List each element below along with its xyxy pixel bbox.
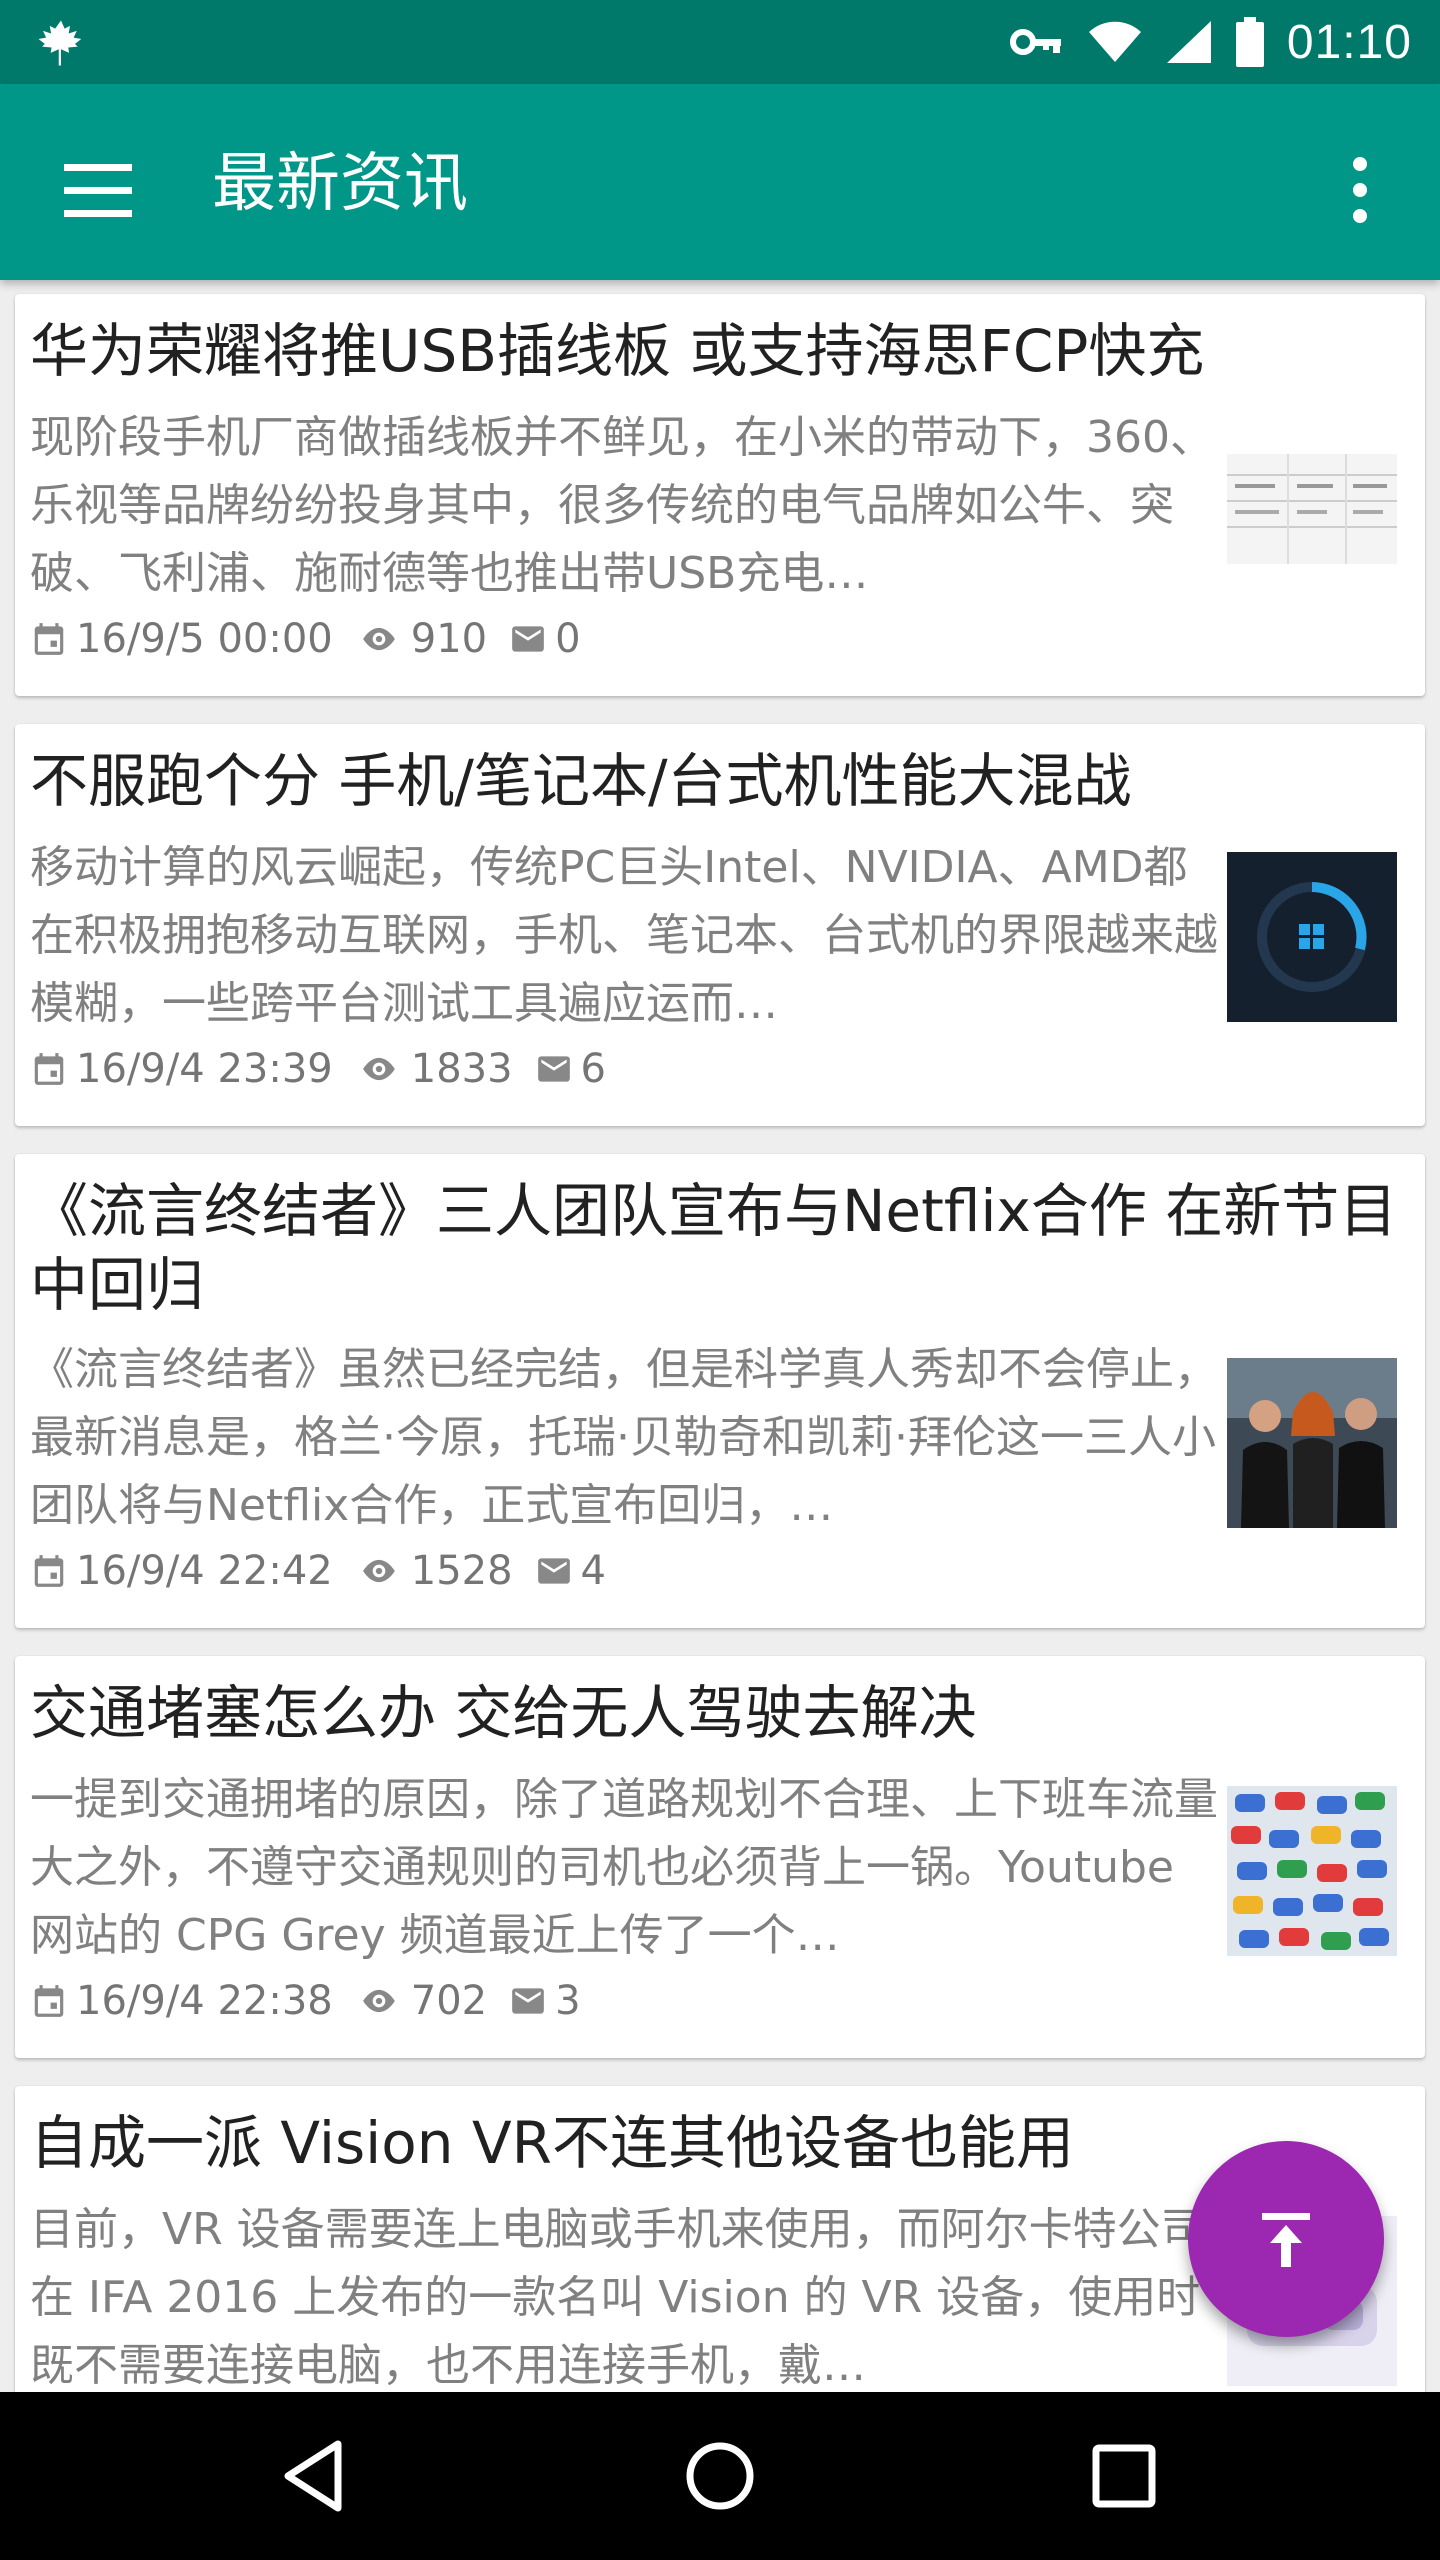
page-title: 最新资讯 xyxy=(212,147,468,221)
article-summary: 移动计算的风云崛起，传统PC巨头Intel、NVIDIA、AMD都在积极拥抱移动… xyxy=(30,842,1218,1029)
article-title: 华为荣耀将推USB插线板 或支持海思FCP快充 xyxy=(30,317,1205,385)
status-bar: 01:10 xyxy=(0,0,1440,84)
article-summary: 一提到交通拥堵的原因，除了道路规划不合理、上下班车流量大之外，不遵守交通规则的司… xyxy=(30,1774,1218,1961)
calendar-icon xyxy=(34,1985,64,2017)
article-card[interactable]: 《流言终结者》三人团队宣布与Netflix合作 在新节目中回归 《流言终结者》虽… xyxy=(15,1154,1425,1628)
article-date: 16/9/5 00:00 xyxy=(76,616,333,662)
article-comments: 4 xyxy=(580,1548,606,1594)
calendar-icon xyxy=(34,1053,64,1085)
article-comments: 6 xyxy=(580,1046,606,1092)
article-views: 1528 xyxy=(410,1548,513,1594)
article-date: 16/9/4 23:39 xyxy=(76,1046,333,1092)
article-views: 1833 xyxy=(410,1046,513,1092)
hamburger-menu-icon[interactable] xyxy=(50,142,146,238)
article-meta: 16/9/4 22:42 1528 4 xyxy=(30,1546,606,1596)
article-card[interactable]: 交通堵塞怎么办 交给无人驾驶去解决 一提到交通拥堵的原因，除了道路规划不合理、上… xyxy=(15,1656,1425,2058)
leaf-icon xyxy=(38,20,82,66)
status-time: 01:10 xyxy=(1286,15,1412,69)
document-table-thumbnail xyxy=(1227,424,1397,594)
calendar-icon xyxy=(34,1555,64,1587)
article-date: 16/9/4 22:38 xyxy=(76,1978,333,2024)
eye-icon xyxy=(362,1057,395,1081)
mail-icon xyxy=(537,1558,570,1584)
benchmark-ring-thumbnail xyxy=(1227,852,1397,1022)
article-title: 自成一派 Vision VR不连其他设备也能用 xyxy=(30,2109,1074,2177)
eye-icon xyxy=(362,1559,395,1583)
traffic-cars-thumbnail xyxy=(1227,1786,1397,1956)
article-summary: 目前，VR 设备需要连上电脑或手机来使用，而阿尔卡特公司在 IFA 2016 上… xyxy=(30,2204,1205,2391)
article-card[interactable]: 华为荣耀将推USB插线板 或支持海思FCP快充 现阶段手机厂商做插线板并不鲜见，… xyxy=(15,294,1425,696)
article-comments: 3 xyxy=(555,1978,581,2024)
three-people-photo-thumbnail xyxy=(1227,1358,1397,1528)
app-bar: 最新资讯 xyxy=(0,84,1440,280)
article-title: 《流言终结者》三人团队宣布与Netflix合作 在新节目中回归 xyxy=(30,1177,1398,1319)
battery-icon xyxy=(1235,17,1264,67)
article-views: 702 xyxy=(410,1978,488,2024)
article-meta: 16/9/5 00:00 910 0 xyxy=(30,614,581,664)
recents-icon[interactable] xyxy=(1074,2426,1174,2526)
article-date: 16/9/4 22:42 xyxy=(76,1548,333,1594)
back-icon[interactable] xyxy=(266,2426,366,2526)
article-title: 交通堵塞怎么办 交给无人驾驶去解决 xyxy=(30,1679,977,1747)
article-meta: 16/9/4 23:39 1833 6 xyxy=(30,1044,606,1094)
mail-icon xyxy=(512,1988,544,2014)
eye-icon xyxy=(362,1989,395,2013)
article-list[interactable]: 华为荣耀将推USB插线板 或支持海思FCP快充 现阶段手机厂商做插线板并不鲜见，… xyxy=(0,280,1440,2392)
article-meta: 16/9/4 22:38 702 3 xyxy=(30,1976,581,2026)
eye-icon xyxy=(362,627,395,651)
scroll-to-top-icon xyxy=(1262,2213,1310,2267)
key-icon xyxy=(1009,29,1061,55)
article-card[interactable]: 不服跑个分 手机/笔记本/台式机性能大混战 移动计算的风云崛起，传统PC巨头In… xyxy=(15,724,1425,1126)
article-summary: 现阶段手机厂商做插线板并不鲜见，在小米的带动下，360、乐视等品牌纷纷投身其中，… xyxy=(30,412,1214,599)
scroll-to-top-button[interactable] xyxy=(1188,2141,1384,2337)
article-views: 910 xyxy=(410,616,488,662)
signal-icon xyxy=(1166,21,1211,63)
navigation-bar xyxy=(0,2392,1440,2560)
calendar-icon xyxy=(34,623,64,655)
mail-icon xyxy=(537,1056,570,1082)
article-comments: 0 xyxy=(555,616,581,662)
home-icon[interactable] xyxy=(670,2426,770,2526)
wifi-icon xyxy=(1088,21,1141,62)
mail-icon xyxy=(512,626,544,652)
article-title: 不服跑个分 手机/笔记本/台式机性能大混战 xyxy=(30,747,1132,815)
more-vertical-icon[interactable] xyxy=(1320,142,1400,238)
article-summary: 《流言终结者》虽然已经完结，但是科学真人秀却不会停止，最新消息是，格兰·今原，托… xyxy=(30,1344,1218,1531)
